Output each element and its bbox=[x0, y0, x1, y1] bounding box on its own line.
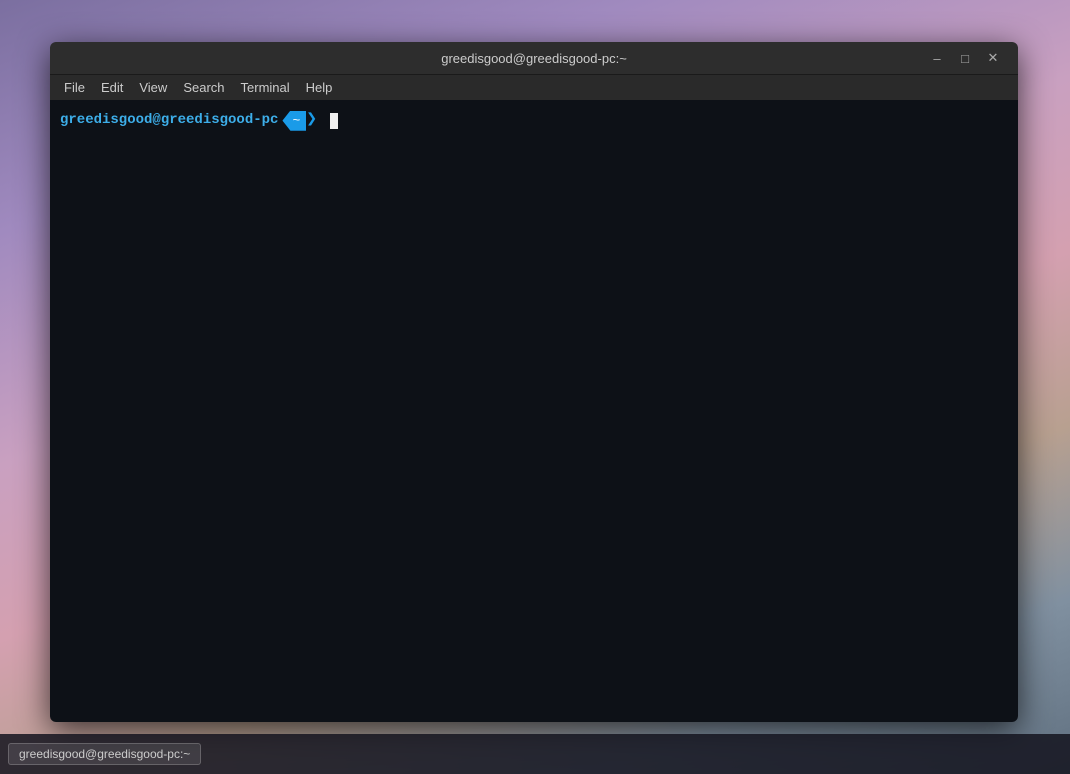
menu-file[interactable]: File bbox=[56, 78, 93, 97]
prompt-separator bbox=[319, 111, 327, 131]
minimize-button[interactable]: – bbox=[924, 47, 950, 69]
prompt-line: greedisgood@greedisgood-pc ~ ❯ bbox=[60, 108, 1008, 133]
taskbar-terminal-item[interactable]: greedisgood@greedisgood-pc:~ bbox=[8, 743, 201, 765]
title-bar: greedisgood@greedisgood-pc:~ – □ ✕ bbox=[50, 42, 1018, 74]
menu-terminal[interactable]: Terminal bbox=[233, 78, 298, 97]
close-button[interactable]: ✕ bbox=[980, 47, 1006, 69]
prompt-user-host: greedisgood@greedisgood-pc bbox=[60, 111, 278, 131]
prompt-tilde-text: ~ bbox=[292, 112, 300, 130]
desktop: greedisgood@greedisgood-pc:~ – □ ✕ File … bbox=[0, 0, 1070, 774]
terminal-cursor bbox=[330, 113, 338, 129]
terminal-body[interactable]: greedisgood@greedisgood-pc ~ ❯ bbox=[50, 100, 1018, 722]
menu-view[interactable]: View bbox=[131, 78, 175, 97]
taskbar: greedisgood@greedisgood-pc:~ bbox=[0, 734, 1070, 774]
prompt-arrow-icon: ❯ bbox=[306, 108, 317, 133]
prompt-tilde-badge: ~ bbox=[282, 111, 306, 131]
menu-help[interactable]: Help bbox=[298, 78, 341, 97]
menu-edit[interactable]: Edit bbox=[93, 78, 131, 97]
maximize-button[interactable]: □ bbox=[952, 47, 978, 69]
window-controls: – □ ✕ bbox=[924, 47, 1006, 69]
window-title: greedisgood@greedisgood-pc:~ bbox=[441, 51, 627, 66]
menu-search[interactable]: Search bbox=[175, 78, 232, 97]
menu-bar: File Edit View Search Terminal Help bbox=[50, 74, 1018, 100]
terminal-window: greedisgood@greedisgood-pc:~ – □ ✕ File … bbox=[50, 42, 1018, 722]
